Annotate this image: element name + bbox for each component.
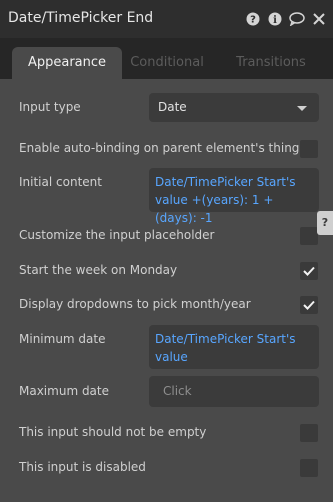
dropdowns-month-year-label: Display dropdowns to pick month/year <box>19 297 251 311</box>
input-type-value: Date <box>158 100 187 114</box>
customize-placeholder-label: Customize the input placeholder <box>19 228 215 242</box>
checkmark-icon <box>303 266 315 276</box>
help-icon[interactable]: ? <box>245 11 261 27</box>
tab-bar: Appearance Conditional Transitions <box>0 38 333 79</box>
maximum-date-label: Maximum date <box>19 384 109 398</box>
window-title: Date/TimePicker End <box>8 10 154 26</box>
input-type-dropdown[interactable]: Date <box>149 93 319 122</box>
initial-content-expression[interactable]: Date/TimePicker Start's value +(years): … <box>149 168 319 225</box>
checkmark-icon <box>303 300 315 310</box>
not-empty-checkbox[interactable] <box>300 424 318 442</box>
tab-appearance[interactable]: Appearance <box>12 47 122 79</box>
close-icon[interactable] <box>311 11 327 27</box>
auto-binding-label: Enable auto-binding on parent element's … <box>19 141 300 155</box>
tab-transitions[interactable]: Transitions <box>216 47 326 79</box>
week-monday-checkbox[interactable] <box>300 262 318 280</box>
minimum-date-expression[interactable]: Date/TimePicker Start's value <box>149 325 319 369</box>
not-empty-label: This input should not be empty <box>19 425 207 439</box>
customize-placeholder-checkbox[interactable] <box>300 227 318 245</box>
auto-binding-checkbox[interactable] <box>300 140 318 158</box>
week-monday-label: Start the week on Monday <box>19 263 178 277</box>
comment-icon[interactable] <box>289 11 305 27</box>
minimum-date-label: Minimum date <box>19 332 106 346</box>
side-help-tab[interactable]: ? <box>317 211 333 235</box>
input-type-label: Input type <box>19 100 81 114</box>
svg-text:i: i <box>273 15 277 26</box>
disabled-label: This input is disabled <box>19 460 146 474</box>
svg-text:?: ? <box>250 15 256 26</box>
maximum-date-placeholder: Click <box>163 384 192 398</box>
dropdowns-month-year-checkbox[interactable] <box>300 296 318 314</box>
maximum-date-input[interactable]: Click <box>149 376 319 407</box>
tab-conditional[interactable]: Conditional <box>112 47 222 79</box>
initial-content-label: Initial content <box>19 175 102 189</box>
chevron-down-icon <box>297 106 307 111</box>
title-icons: ? i <box>245 11 327 27</box>
property-panel: Input type Date Enable auto-binding on p… <box>0 79 333 502</box>
titlebar: Date/TimePicker End ? i <box>0 0 333 38</box>
disabled-checkbox[interactable] <box>300 459 318 477</box>
info-icon[interactable]: i <box>267 11 283 27</box>
